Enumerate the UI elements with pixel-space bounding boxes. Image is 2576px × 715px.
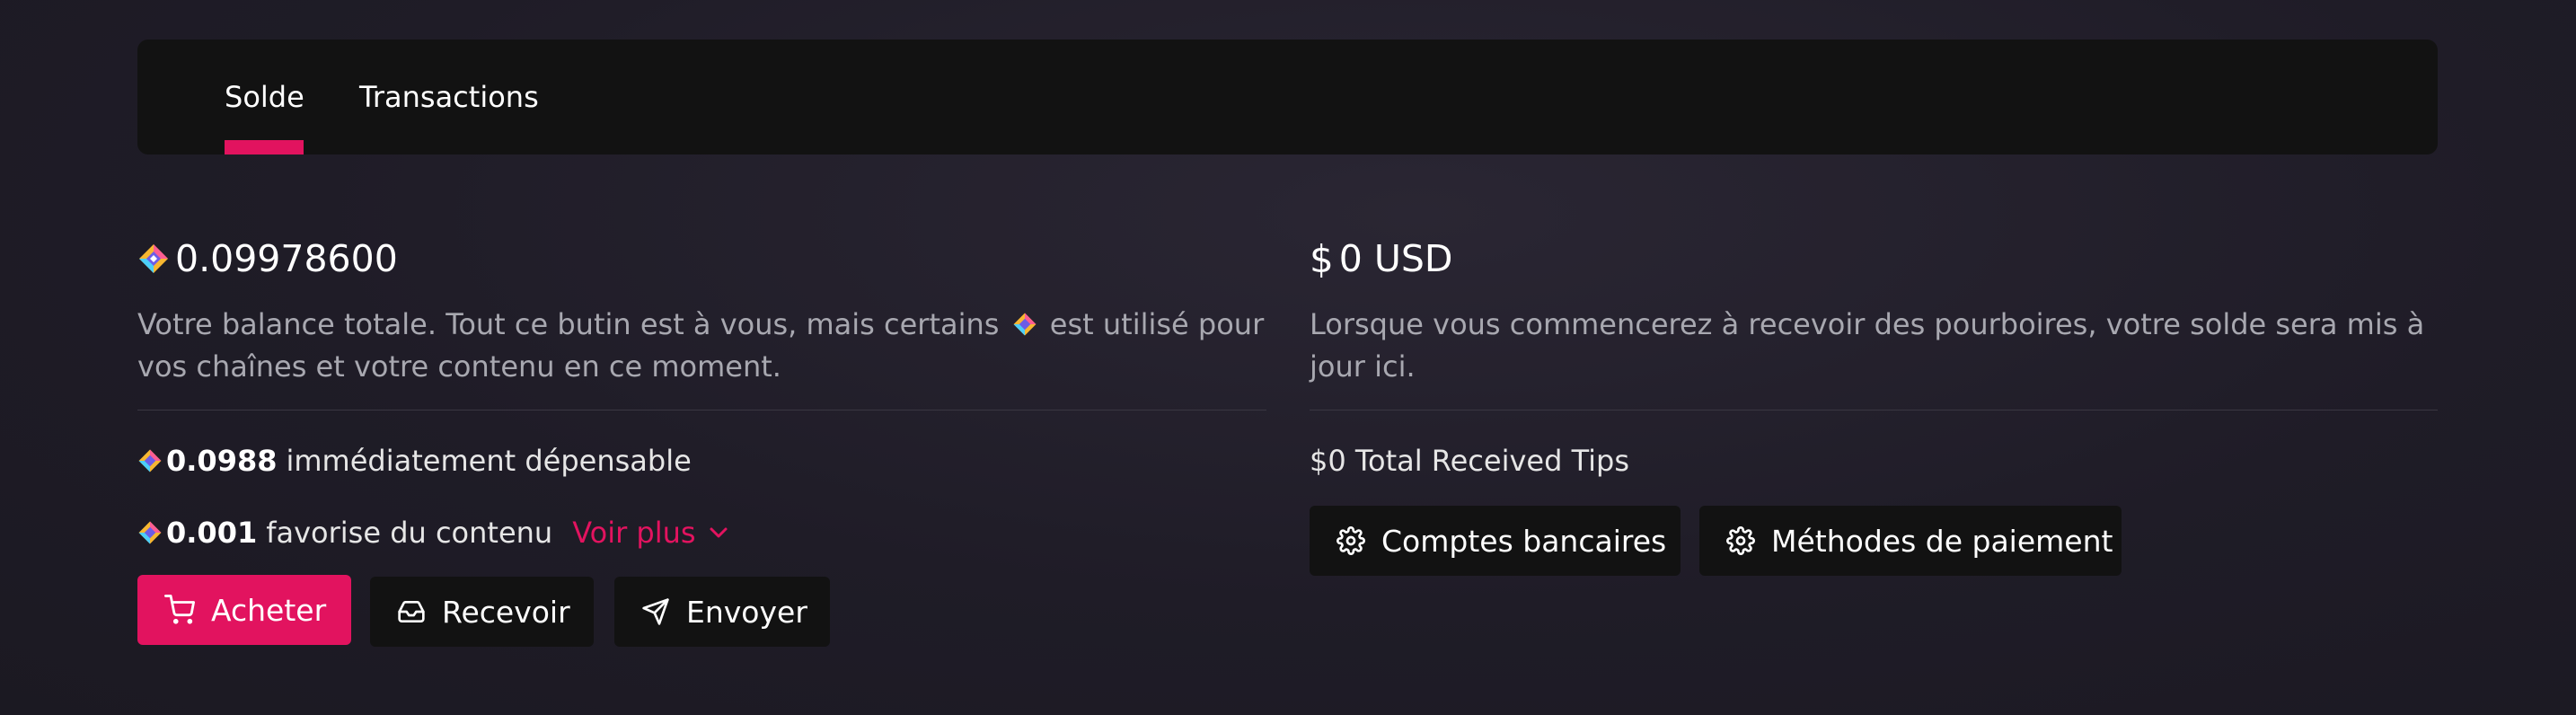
dollar-icon: $ <box>1310 236 1334 281</box>
lbc-balance-section: 0.09978600 Votre balance totale. Tout ce… <box>137 232 1266 388</box>
spendable-label: immédiatement dépensable <box>286 444 692 478</box>
wallet-tabs: Solde Transactions <box>137 40 2438 154</box>
lbc-credits-icon <box>138 449 162 472</box>
bank-accounts-button[interactable]: Comptes bancaires <box>1310 506 1681 576</box>
boost-row: 0.001 favorise du contenu Voir plus <box>137 516 728 550</box>
payment-methods-button[interactable]: Méthodes de paiement <box>1699 506 2122 576</box>
gear-icon <box>1337 526 1365 555</box>
lbc-credits-inline-icon <box>1013 313 1037 336</box>
cart-icon <box>164 595 195 625</box>
usd-balance-amount-line: $ 0 USD <box>1310 232 2438 286</box>
bank-accounts-label: Comptes bancaires <box>1381 523 1667 559</box>
tab-transactions-label: Transactions <box>359 80 539 114</box>
payment-methods-label: Méthodes de paiement <box>1771 523 2113 559</box>
see-more-label: Voir plus <box>572 516 696 550</box>
gear-icon <box>1726 526 1755 555</box>
tab-transactions[interactable]: Transactions <box>359 40 539 154</box>
lbc-balance-description: Votre balance totale. Tout ce butin est … <box>137 304 1266 388</box>
tab-solde[interactable]: Solde <box>225 40 304 154</box>
send-icon <box>641 597 670 626</box>
boost-amount: 0.001 <box>166 516 258 550</box>
receive-label: Recevoir <box>442 594 570 630</box>
see-more-link[interactable]: Voir plus <box>572 516 728 550</box>
lbc-credits-icon <box>139 244 168 273</box>
lbc-credits-icon <box>138 521 162 544</box>
usd-balance-description: Lorsque vous commencerez à recevoir des … <box>1310 304 2438 388</box>
send-label: Envoyer <box>686 594 807 630</box>
lbc-balance-value: 0.09978600 <box>175 237 398 280</box>
boost-label: favorise du contenu <box>266 516 553 550</box>
total-tips-label: $0 Total Received Tips <box>1310 444 1629 478</box>
tab-solde-label: Solde <box>225 80 304 114</box>
send-button[interactable]: Envoyer <box>614 577 830 647</box>
buy-button[interactable]: Acheter <box>137 575 351 645</box>
buy-label: Acheter <box>211 592 327 628</box>
active-tab-indicator <box>225 140 304 154</box>
inbox-icon <box>397 597 426 626</box>
usd-description-text: Lorsque vous commencerez à recevoir des … <box>1310 307 2425 384</box>
chevron-down-icon <box>710 527 728 538</box>
lbc-balance-amount-line: 0.09978600 <box>137 232 1266 286</box>
total-tips-row: $0 Total Received Tips <box>1310 444 1629 478</box>
spendable-amount: 0.0988 <box>166 444 278 478</box>
receive-button[interactable]: Recevoir <box>370 577 594 647</box>
usd-balance-value: 0 USD <box>1338 237 1453 280</box>
lbc-description-part1: Votre balance totale. Tout ce butin est … <box>137 307 1000 341</box>
usd-balance-section: $ 0 USD Lorsque vous commencerez à recev… <box>1310 232 2438 388</box>
spendable-row: 0.0988 immédiatement dépensable <box>137 444 692 478</box>
